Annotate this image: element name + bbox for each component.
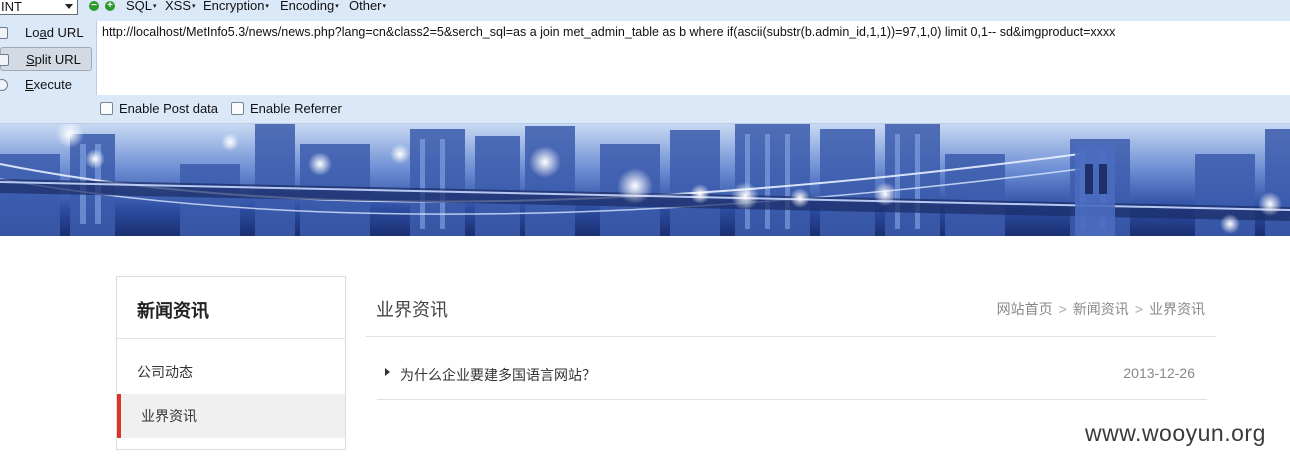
breadcrumb-home[interactable]: 网站首页 <box>997 301 1053 317</box>
play-icon <box>0 79 8 91</box>
load-url-label-a: Lo <box>25 25 40 40</box>
menu-encryption[interactable]: Encryption▾ <box>203 0 269 14</box>
banner-illustration <box>0 124 1290 236</box>
news-date: 2013-12-26 <box>1123 365 1195 381</box>
news-title-link[interactable]: 为什么企业要建多国语言网站？ <box>400 365 596 385</box>
hackbar-toolbar: INT − + SQL▾ XSS▾ Encryption▾ Encoding▾ … <box>0 0 1290 124</box>
load-url-label-c: d URL <box>46 25 84 40</box>
menu-other-label: Other <box>349 0 382 13</box>
breadcrumb: 网站首页 > 新闻资讯 > 业界资讯 <box>997 299 1205 319</box>
menu-other[interactable]: Other▾ <box>349 0 386 14</box>
enable-post-label: Enable Post data <box>119 101 219 116</box>
minus-icon[interactable]: − <box>89 1 99 11</box>
hackbar-menu-row: INT − + SQL▾ XSS▾ Encryption▾ Encoding▾ … <box>0 0 1290 15</box>
breadcrumb-separator: > <box>1134 301 1143 317</box>
menu-xss-label: XSS <box>165 0 192 13</box>
sidebar-item-company-news[interactable]: 公司动态 <box>117 350 345 394</box>
execute-label-b: E <box>25 77 34 92</box>
breadcrumb-news[interactable]: 新闻资讯 <box>1073 301 1129 317</box>
menu-sql[interactable]: SQL▾ <box>126 0 157 14</box>
enable-referrer-label: Enable Referrer <box>250 101 342 116</box>
load-url-icon <box>0 27 8 39</box>
caret-icon: ▾ <box>335 3 339 11</box>
enable-post-data-checkbox[interactable]: Enable Post data <box>100 101 218 117</box>
breadcrumb-separator: > <box>1058 301 1067 317</box>
sidebar-item-label: 业界资讯 <box>141 408 197 424</box>
caret-icon: ▾ <box>265 3 269 11</box>
url-value: http://localhost/MetInfo5.3/news/news.ph… <box>102 25 1116 39</box>
arrow-right-icon <box>385 368 390 376</box>
checkbox-icon[interactable] <box>231 102 244 115</box>
menu-sql-label: SQL <box>126 0 153 13</box>
split-url-icon <box>0 54 9 66</box>
sidebar-title: 新闻资讯 <box>137 301 209 321</box>
split-url-label-b: S <box>26 52 35 67</box>
main-divider <box>366 336 1216 337</box>
split-url-button[interactable]: Split URL <box>0 47 92 71</box>
caret-icon: ▾ <box>382 3 387 11</box>
split-url-label-c: plit URL <box>34 52 81 67</box>
caret-icon: ▾ <box>192 3 196 11</box>
int-type-select[interactable]: INT <box>0 0 78 15</box>
enable-referrer-checkbox[interactable]: Enable Referrer <box>231 101 342 117</box>
chevron-down-icon <box>65 4 73 9</box>
sidebar-divider <box>117 338 345 339</box>
checkbox-icon[interactable] <box>100 102 113 115</box>
execute-button[interactable]: Execute <box>0 73 92 97</box>
watermark-text: www.wooyun.org <box>1085 420 1266 446</box>
plus-icon[interactable]: + <box>105 1 115 11</box>
breadcrumb-current[interactable]: 业界资讯 <box>1149 301 1205 317</box>
menu-xss[interactable]: XSS▾ <box>165 0 196 14</box>
sidebar-item-label: 公司动态 <box>137 364 193 380</box>
city-banner-image <box>0 124 1290 236</box>
url-textarea[interactable]: http://localhost/MetInfo5.3/news/news.ph… <box>96 21 1290 95</box>
sidebar: 新闻资讯 公司动态 业界资讯 <box>116 276 346 450</box>
execute-label-c: xecute <box>33 77 72 92</box>
menu-encoding[interactable]: Encoding▾ <box>280 0 339 14</box>
sidebar-item-industry-news[interactable]: 业界资讯 <box>117 394 345 438</box>
list-item[interactable]: 为什么企业要建多国语言网站？ 2013-12-26 <box>377 360 1207 400</box>
load-url-label-b: a <box>39 25 47 40</box>
caret-icon: ▾ <box>153 3 157 11</box>
menu-encoding-label: Encoding <box>280 0 335 13</box>
menu-encryption-label: Encryption <box>203 0 265 13</box>
int-select-value: INT <box>1 0 22 14</box>
load-url-button[interactable]: Load URL <box>0 21 92 45</box>
page-title: 业界资讯 <box>376 300 448 320</box>
